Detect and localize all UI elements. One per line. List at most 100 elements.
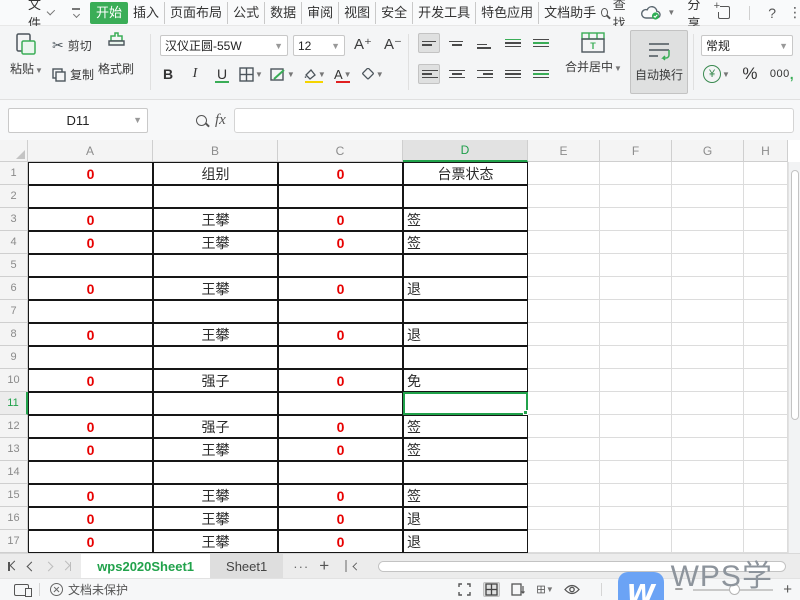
- cell-A9[interactable]: [28, 346, 153, 369]
- cell-C9[interactable]: [278, 346, 403, 369]
- row-header-9[interactable]: 9: [0, 346, 28, 369]
- tab-审阅[interactable]: 审阅: [302, 2, 339, 24]
- column-header-A[interactable]: A: [28, 140, 153, 162]
- cell-B13[interactable]: 王攀: [153, 438, 278, 461]
- cell-D4[interactable]: 签: [403, 231, 528, 254]
- cell-H11[interactable]: [744, 392, 788, 415]
- cell-D8[interactable]: 退: [403, 323, 528, 346]
- cell-D5[interactable]: [403, 254, 528, 277]
- cell-E13[interactable]: [528, 438, 600, 461]
- align-top-button[interactable]: [418, 33, 440, 53]
- cell-H14[interactable]: [744, 461, 788, 484]
- cell-E6[interactable]: [528, 277, 600, 300]
- cell-D15[interactable]: 签: [403, 484, 528, 507]
- cell-F6[interactable]: [600, 277, 672, 300]
- cell-F7[interactable]: [600, 300, 672, 323]
- column-header-C[interactable]: C: [278, 140, 403, 162]
- cell-E3[interactable]: [528, 208, 600, 231]
- cell-C7[interactable]: [278, 300, 403, 323]
- cell-F1[interactable]: [600, 162, 672, 185]
- page-break-view-button[interactable]: [510, 582, 527, 597]
- cell-G17[interactable]: [672, 530, 744, 553]
- cell-E4[interactable]: [528, 231, 600, 254]
- align-middle-button[interactable]: [446, 33, 468, 53]
- column-header-E[interactable]: E: [528, 140, 600, 162]
- cell-G3[interactable]: [672, 208, 744, 231]
- cell-A13[interactable]: 0: [28, 438, 153, 461]
- cell-G12[interactable]: [672, 415, 744, 438]
- sheet-tab-Sheet1[interactable]: Sheet1: [210, 554, 283, 579]
- sheet-list-button[interactable]: ···: [293, 559, 309, 574]
- page-layout-view-button[interactable]: ▼: [537, 582, 554, 597]
- cell-G6[interactable]: [672, 277, 744, 300]
- cell-B2[interactable]: [153, 185, 278, 208]
- cell-F11[interactable]: [600, 392, 672, 415]
- comma-format-button[interactable]: 000 ,: [770, 64, 794, 84]
- cell-D17[interactable]: 退: [403, 530, 528, 553]
- cell-B15[interactable]: 王攀: [153, 484, 278, 507]
- tab-插入[interactable]: 插入: [128, 2, 165, 24]
- cell-E2[interactable]: [528, 185, 600, 208]
- cell-G1[interactable]: [672, 162, 744, 185]
- cell-D12[interactable]: 签: [403, 415, 528, 438]
- cell-H12[interactable]: [744, 415, 788, 438]
- cell-C17[interactable]: 0: [278, 530, 403, 553]
- cell-C6[interactable]: 0: [278, 277, 403, 300]
- cell-G16[interactable]: [672, 507, 744, 530]
- cell-A14[interactable]: [28, 461, 153, 484]
- cell-H5[interactable]: [744, 254, 788, 277]
- cell-D6[interactable]: 退: [403, 277, 528, 300]
- cell-A3[interactable]: 0: [28, 208, 153, 231]
- number-format-combo[interactable]: 常规▼: [701, 35, 793, 56]
- cell-A8[interactable]: 0: [28, 323, 153, 346]
- align-left-button[interactable]: [418, 64, 440, 84]
- row-header-8[interactable]: 8: [0, 323, 28, 346]
- cell-A15[interactable]: 0: [28, 484, 153, 507]
- cell-G8[interactable]: [672, 323, 744, 346]
- decrease-indent-button[interactable]: [502, 33, 524, 53]
- cell-E9[interactable]: [528, 346, 600, 369]
- font-color-button[interactable]: A ▼: [333, 64, 353, 84]
- cell-D14[interactable]: [403, 461, 528, 484]
- sheet-tab-wps2020Sheet1[interactable]: wps2020Sheet1: [81, 554, 210, 579]
- row-header-13[interactable]: 13: [0, 438, 28, 461]
- cell-C10[interactable]: 0: [278, 369, 403, 392]
- tab-安全[interactable]: 安全: [376, 2, 413, 24]
- cell-D3[interactable]: 签: [403, 208, 528, 231]
- cell-E5[interactable]: [528, 254, 600, 277]
- cell-C11[interactable]: [278, 392, 403, 415]
- cell-G5[interactable]: [672, 254, 744, 277]
- cell-D7[interactable]: [403, 300, 528, 323]
- cell-H9[interactable]: [744, 346, 788, 369]
- cell-A1[interactable]: 0: [28, 162, 153, 185]
- cloud-sync-button[interactable]: ▼: [641, 5, 675, 20]
- cell-G2[interactable]: [672, 185, 744, 208]
- file-menu-button[interactable]: 文件: [22, 2, 58, 24]
- cell-A10[interactable]: 0: [28, 369, 153, 392]
- cell-D11[interactable]: [403, 392, 528, 415]
- last-sheet-button[interactable]: [62, 562, 72, 571]
- cell-D2[interactable]: [403, 185, 528, 208]
- column-header-B[interactable]: B: [153, 140, 278, 162]
- row-header-10[interactable]: 10: [0, 369, 28, 392]
- row-header-4[interactable]: 4: [0, 231, 28, 254]
- cell-G7[interactable]: [672, 300, 744, 323]
- row-header-17[interactable]: 17: [0, 530, 28, 553]
- cell-C16[interactable]: 0: [278, 507, 403, 530]
- cell-D10[interactable]: 免: [403, 369, 528, 392]
- cell-B4[interactable]: 王攀: [153, 231, 278, 254]
- next-sheet-button[interactable]: [43, 561, 53, 571]
- cut-button[interactable]: ✂ 剪切: [52, 37, 92, 54]
- row-header-3[interactable]: 3: [0, 208, 28, 231]
- cell-G11[interactable]: [672, 392, 744, 415]
- italic-button[interactable]: I: [185, 64, 205, 84]
- increase-indent-button[interactable]: [530, 33, 552, 53]
- input-mode-icon[interactable]: [14, 584, 29, 596]
- cell-H17[interactable]: [744, 530, 788, 553]
- decrease-font-button[interactable]: A⁻: [384, 35, 402, 53]
- format-painter-button[interactable]: 格式刷: [98, 31, 134, 77]
- copy-button[interactable]: 复制: [52, 66, 94, 83]
- add-sheet-button[interactable]: +: [319, 556, 329, 576]
- cell-B8[interactable]: 王攀: [153, 323, 278, 346]
- select-all-corner[interactable]: [0, 140, 28, 162]
